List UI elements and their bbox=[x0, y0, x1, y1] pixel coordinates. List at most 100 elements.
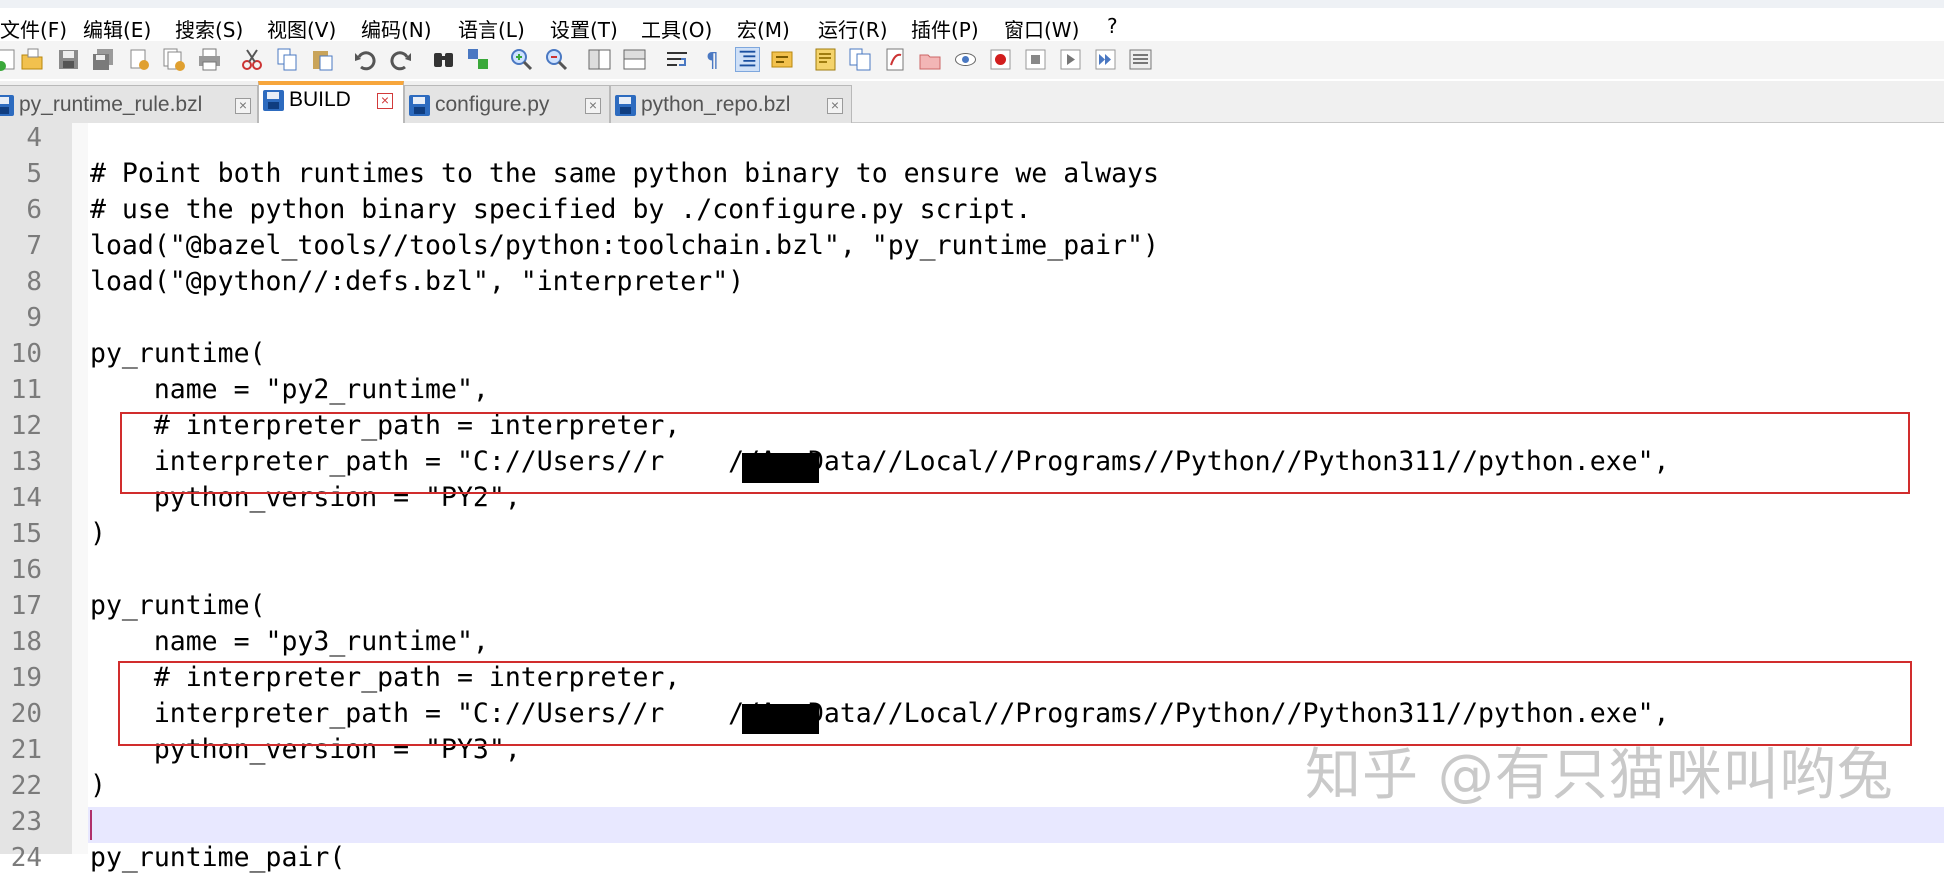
tab-close-icon[interactable]: × bbox=[235, 98, 251, 114]
tab-label: configure.py bbox=[435, 93, 550, 116]
menu-tools[interactable]: 工具(O) bbox=[641, 14, 712, 43]
code-line: name = "py3_runtime", bbox=[90, 626, 489, 657]
line-number: 8 bbox=[26, 267, 42, 297]
tab-strip: py_runtime_rule.bzl × BUILD × configure.… bbox=[0, 81, 1944, 123]
cut-icon[interactable] bbox=[240, 47, 265, 72]
folder-as-workspace-icon[interactable] bbox=[883, 47, 908, 72]
line-number: 19 bbox=[10, 663, 42, 693]
copy-icon[interactable] bbox=[275, 47, 300, 72]
svg-text:¶: ¶ bbox=[706, 48, 719, 72]
word-wrap-icon[interactable] bbox=[665, 47, 690, 72]
saved-file-icon bbox=[0, 95, 14, 116]
code-line: ) bbox=[90, 770, 106, 801]
line-number: 10 bbox=[10, 339, 42, 369]
tab-py-runtime-rule[interactable]: py_runtime_rule.bzl × bbox=[0, 85, 258, 123]
saved-file-icon bbox=[263, 90, 284, 111]
line-number: 12 bbox=[10, 411, 42, 441]
watermark: 知乎 @有只猫咪叫哟兔 bbox=[1305, 743, 1894, 808]
line-number: 24 bbox=[10, 843, 42, 873]
menu-run[interactable]: 运行(R) bbox=[818, 14, 888, 43]
line-number: 4 bbox=[26, 123, 42, 153]
print-icon[interactable] bbox=[197, 47, 222, 72]
save-all-icon[interactable] bbox=[91, 47, 116, 72]
tab-python-repo[interactable]: python_repo.bzl × bbox=[610, 85, 852, 123]
paste-icon[interactable] bbox=[310, 47, 335, 72]
code-line: name = "py2_runtime", bbox=[90, 374, 489, 405]
define-language-icon[interactable] bbox=[770, 47, 795, 72]
indent-guide-icon[interactable] bbox=[735, 47, 760, 72]
menu-settings[interactable]: 设置(T) bbox=[550, 14, 618, 43]
line-number: 17 bbox=[10, 591, 42, 621]
code-line: py_runtime( bbox=[90, 590, 266, 621]
tab-label: BUILD bbox=[289, 88, 351, 111]
play-macro-icon[interactable] bbox=[1058, 47, 1083, 72]
tab-close-icon[interactable]: × bbox=[377, 93, 393, 109]
save-icon[interactable] bbox=[56, 47, 81, 72]
run-macro-multiple-icon[interactable] bbox=[1093, 47, 1118, 72]
line-number: 20 bbox=[10, 699, 42, 729]
new-file-icon[interactable] bbox=[0, 47, 19, 72]
menu-view[interactable]: 视图(V) bbox=[267, 14, 336, 43]
toolbar: ¶ bbox=[0, 41, 1944, 79]
menu-plugins[interactable]: 插件(P) bbox=[911, 14, 979, 43]
tab-build[interactable]: BUILD × bbox=[258, 81, 404, 123]
current-line-highlight bbox=[88, 807, 1944, 843]
save-macro-icon[interactable] bbox=[1128, 47, 1153, 72]
code-line: # use the python binary specified by ./c… bbox=[90, 194, 1032, 225]
menu-macro[interactable]: 宏(M) bbox=[737, 14, 790, 43]
sync-vertical-icon[interactable] bbox=[587, 47, 612, 72]
text-caret bbox=[90, 810, 92, 840]
line-number: 14 bbox=[10, 483, 42, 513]
fold-margin bbox=[72, 123, 88, 854]
tab-close-icon[interactable]: × bbox=[585, 98, 601, 114]
show-all-chars-icon[interactable]: ¶ bbox=[700, 47, 725, 72]
line-number: 11 bbox=[10, 375, 42, 405]
close-icon[interactable] bbox=[126, 47, 151, 72]
saved-file-icon bbox=[409, 95, 430, 116]
replace-icon[interactable] bbox=[466, 47, 491, 72]
saved-file-icon bbox=[615, 95, 636, 116]
code-line: ) bbox=[90, 518, 106, 549]
menu-language[interactable]: 语言(L) bbox=[458, 14, 525, 43]
code-line: py_runtime_pair( bbox=[90, 842, 346, 873]
code-line: # Point both runtimes to the same python… bbox=[90, 158, 1159, 189]
menu-edit[interactable]: 编辑(E) bbox=[83, 14, 151, 43]
line-number: 21 bbox=[10, 735, 42, 765]
line-number: 15 bbox=[10, 519, 42, 549]
line-number: 18 bbox=[10, 627, 42, 657]
eye-icon[interactable] bbox=[953, 47, 978, 72]
record-macro-icon[interactable] bbox=[988, 47, 1013, 72]
undo-icon[interactable] bbox=[353, 47, 378, 72]
annotation-box bbox=[120, 412, 1910, 494]
open-file-icon[interactable] bbox=[20, 47, 45, 72]
line-number: 22 bbox=[10, 771, 42, 801]
code-line: load("@bazel_tools//tools/python:toolcha… bbox=[90, 230, 1159, 261]
line-number: 13 bbox=[10, 447, 42, 477]
line-number: 6 bbox=[26, 195, 42, 225]
zoom-in-icon[interactable] bbox=[509, 47, 534, 72]
menu-encoding[interactable]: 编码(N) bbox=[361, 14, 432, 43]
find-icon[interactable] bbox=[431, 47, 456, 72]
line-number: 5 bbox=[26, 159, 42, 189]
stop-record-icon[interactable] bbox=[1023, 47, 1048, 72]
doc-map-icon[interactable] bbox=[813, 47, 838, 72]
menu-window[interactable]: 窗口(W) bbox=[1004, 14, 1079, 43]
close-all-icon[interactable] bbox=[161, 47, 186, 72]
code-line: load("@python//:defs.bzl", "interpreter"… bbox=[90, 266, 745, 297]
line-number: 16 bbox=[10, 555, 42, 585]
code-line: py_runtime( bbox=[90, 338, 266, 369]
tab-configure-py[interactable]: configure.py × bbox=[404, 85, 610, 123]
zoom-out-icon[interactable] bbox=[544, 47, 569, 72]
line-number: 23 bbox=[10, 807, 42, 837]
sync-horizontal-icon[interactable] bbox=[622, 47, 647, 72]
tab-close-icon[interactable]: × bbox=[827, 98, 843, 114]
tab-label: py_runtime_rule.bzl bbox=[19, 93, 203, 116]
menu-file[interactable]: 文件(F) bbox=[0, 14, 67, 43]
menu-search[interactable]: 搜索(S) bbox=[175, 14, 243, 43]
monitoring-icon[interactable] bbox=[918, 47, 943, 72]
tab-label: python_repo.bzl bbox=[641, 93, 791, 116]
line-number: 7 bbox=[26, 231, 42, 261]
menu-help[interactable]: ? bbox=[1107, 14, 1118, 38]
redo-icon[interactable] bbox=[388, 47, 413, 72]
function-list-icon[interactable] bbox=[848, 47, 873, 72]
